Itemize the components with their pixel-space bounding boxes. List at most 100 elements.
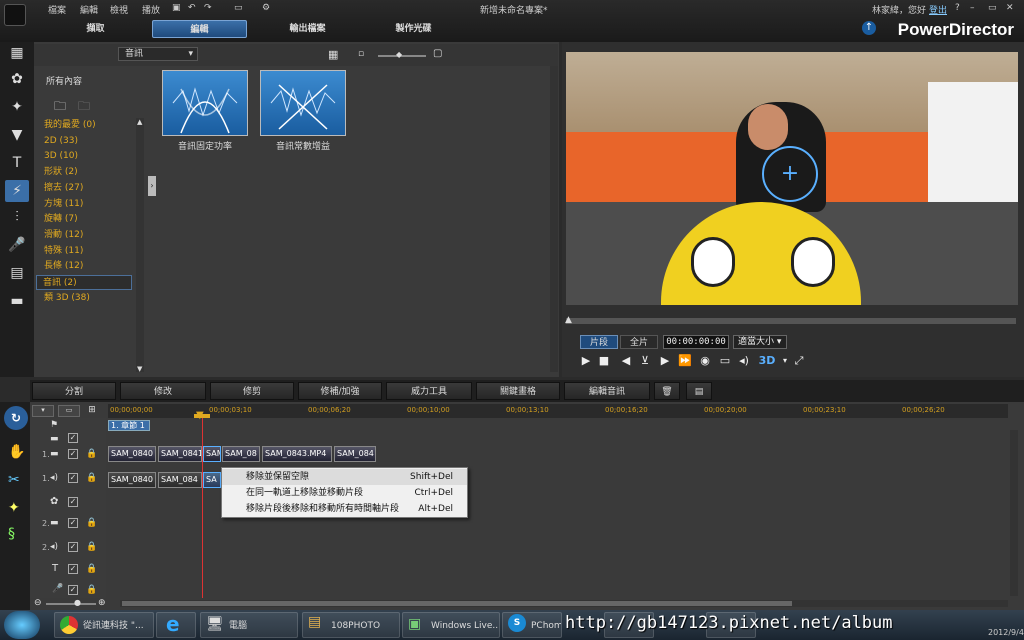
redo-icon[interactable]: ↷ <box>204 3 212 13</box>
hscroll-thumb[interactable] <box>122 601 792 606</box>
transition-thumb-audio-constant-power[interactable] <box>162 70 248 136</box>
transition-room-icon[interactable]: ⚡ <box>5 180 29 202</box>
settings-icon[interactable]: ⚙ <box>262 3 270 13</box>
power-tools-button[interactable]: 威力工具 <box>386 382 472 400</box>
small-thumb-icon[interactable]: ▫ <box>358 49 364 59</box>
zoom-dropdown[interactable]: 適當大小 ▾ <box>733 335 787 349</box>
track-enable-checkbox[interactable]: ✓ <box>68 542 78 552</box>
lock-icon[interactable]: 🔒 <box>86 518 97 528</box>
timecode-field[interactable]: 00:00:00:00 <box>663 335 729 349</box>
delete-folder-icon[interactable]: 🗀 <box>78 97 90 118</box>
chapter-marker[interactable]: 1. 章節 1 <box>108 420 150 431</box>
video-clip[interactable]: SAM_084 <box>334 446 376 462</box>
menu-edit[interactable]: 編輯 <box>80 3 98 16</box>
3d-toggle-icon[interactable]: 3D <box>758 354 776 368</box>
minimize-icon[interactable]: – <box>970 3 975 13</box>
particle-room-icon[interactable]: ▼ <box>5 124 29 146</box>
tab-edit[interactable]: 編輯 <box>152 20 247 38</box>
modify-button[interactable]: 修改 <box>120 382 206 400</box>
audio-clip[interactable]: SAM_0840 <box>108 472 156 488</box>
timeline-zoom-slider[interactable] <box>46 603 96 605</box>
focus-crosshair-icon[interactable]: + <box>762 146 818 202</box>
split-icon[interactable]: ⊻ <box>638 354 652 368</box>
undo-icon[interactable]: ↶ <box>188 3 196 13</box>
library-scrollbar[interactable] <box>550 66 558 372</box>
restore-icon[interactable]: ▭ <box>988 3 997 13</box>
play-icon[interactable]: ▶ <box>579 354 593 368</box>
menu-item-remove-keep-gap[interactable]: 移除並保留空隙 Shift+Del <box>222 469 467 485</box>
category-item[interactable]: 特殊 (11) <box>44 244 132 259</box>
video-clip-selected[interactable]: SAM <box>203 446 221 462</box>
aspect-icon[interactable]: ▭ <box>234 3 243 13</box>
mode-movie-button[interactable]: 全片 <box>620 335 658 349</box>
trash-icon[interactable]: 🗑 <box>654 382 680 400</box>
new-folder-icon[interactable]: 🗀 <box>54 97 66 118</box>
scroll-down-icon[interactable]: ▼ <box>137 365 142 373</box>
magic-wand-icon[interactable]: ✦ <box>8 500 20 516</box>
video-clip[interactable]: SAM_0843.MP4 <box>262 446 332 462</box>
large-thumb-icon[interactable]: ▢ <box>433 48 442 59</box>
zoom-out-icon[interactable]: ⊖ <box>34 598 42 608</box>
undock-icon[interactable]: ⤢ <box>792 354 806 368</box>
lock-icon[interactable]: 🔒 <box>86 564 97 574</box>
audio-clip[interactable]: SAM_084 <box>158 472 202 488</box>
category-item[interactable]: 音訊 (2) <box>36 275 132 290</box>
storyboard-toggle-icon[interactable]: ↻ <box>4 406 28 430</box>
category-item[interactable]: 滑動 (12) <box>44 228 132 243</box>
video-clip[interactable]: SAM_0841 <box>158 446 202 462</box>
split-button[interactable]: 分割 <box>32 382 116 400</box>
stop-icon[interactable]: ■ <box>597 354 611 368</box>
all-content-label[interactable]: 所有內容 <box>46 74 82 87</box>
zoom-slider-handle[interactable]: ● <box>74 598 81 607</box>
track-enable-checkbox[interactable]: ✓ <box>68 473 78 483</box>
hand-tool-icon[interactable]: ✋ <box>8 444 25 460</box>
category-item[interactable]: 旋轉 (7) <box>44 212 132 227</box>
category-item[interactable]: 擦去 (27) <box>44 181 132 196</box>
close-icon[interactable]: ✕ <box>1006 3 1014 13</box>
preview-seek-bar[interactable] <box>566 318 1016 324</box>
timeline-vscroll[interactable] <box>1010 430 1018 596</box>
scroll-up-icon[interactable]: ▲ <box>137 118 142 126</box>
lock-icon[interactable]: 🔒 <box>86 449 97 459</box>
subtitle-room-icon[interactable]: ▬ <box>5 290 29 312</box>
menu-view[interactable]: 檢視 <box>110 3 128 16</box>
lock-icon[interactable]: 🔒 <box>86 585 97 595</box>
preview-video[interactable]: + <box>566 52 1018 305</box>
zoom-in-icon[interactable]: ⊕ <box>98 598 106 608</box>
display-icon[interactable]: ▭ <box>718 354 732 368</box>
seek-handle[interactable]: ▲ <box>565 315 572 325</box>
transition-thumb-audio-constant-gain[interactable] <box>260 70 346 136</box>
category-item[interactable]: 形狀 (2) <box>44 165 132 180</box>
scissors-icon[interactable]: ✂ <box>8 472 20 488</box>
grid-view-icon[interactable]: ▦ <box>328 48 338 61</box>
track-enable-checkbox[interactable]: ✓ <box>68 518 78 528</box>
audio-mixing-icon[interactable]: ⫶ <box>5 206 29 228</box>
snapshot-icon[interactable]: ◉ <box>698 354 712 368</box>
fast-forward-icon[interactable]: ⏩ <box>678 354 692 368</box>
tab-create-disc[interactable]: 製作光碟 <box>366 20 461 38</box>
save-icon[interactable]: ▣ <box>172 3 181 13</box>
tree-scrollbar[interactable] <box>136 118 144 372</box>
video-clip[interactable]: SAM_0840 <box>108 446 156 462</box>
add-track-icon[interactable]: ⊞ <box>84 405 100 417</box>
edit-audio-button[interactable]: 編輯音訊 <box>564 382 650 400</box>
logout-link[interactable]: 登出 <box>929 3 947 16</box>
category-item[interactable]: 2D (33) <box>44 134 132 149</box>
trim-button[interactable]: 修剪 <box>210 382 294 400</box>
tab-produce[interactable]: 輸出檔案 <box>260 20 355 38</box>
track-manager-icon[interactable]: ▾ <box>32 405 54 417</box>
category-item[interactable]: 我的最愛 (0) <box>44 118 132 133</box>
menu-play[interactable]: 播放 <box>142 3 160 16</box>
more-tools-icon[interactable]: ▤ <box>686 382 712 400</box>
slider-handle[interactable]: ◆ <box>396 50 402 59</box>
fit-timeline-icon[interactable]: ▭ <box>58 405 80 417</box>
pip-room-icon[interactable]: ✦ <box>5 96 29 118</box>
track-enable-checkbox[interactable]: ✓ <box>68 585 78 595</box>
voiceover-icon[interactable]: 🎤 <box>5 234 29 256</box>
category-item[interactable]: 長條 (12) <box>44 259 132 274</box>
chapter-room-icon[interactable]: ▤ <box>5 262 29 284</box>
category-item[interactable]: 類 3D (38) <box>44 291 132 306</box>
keyframe-button[interactable]: 關鍵畫格 <box>476 382 560 400</box>
lock-icon[interactable]: 🔒 <box>86 542 97 552</box>
track-enable-checkbox[interactable]: ✓ <box>68 433 78 443</box>
